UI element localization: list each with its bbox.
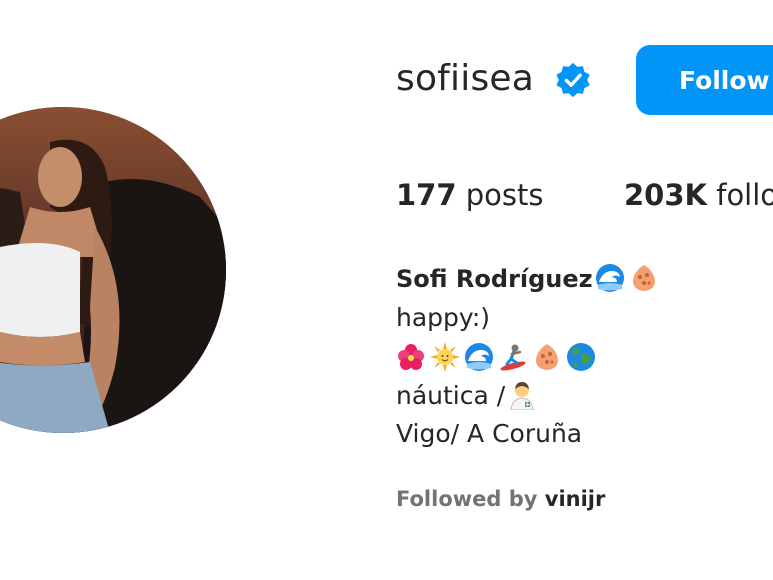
followed-by-label: Followed by	[396, 487, 538, 511]
posts-count: 177	[396, 178, 457, 212]
hibiscus-icon	[398, 344, 424, 370]
profile-username: sofiisea	[396, 58, 535, 99]
posts-label: posts	[465, 178, 544, 212]
health-worker-icon	[510, 382, 534, 410]
avatar-photo	[0, 107, 226, 433]
shell-icon	[632, 265, 655, 291]
bio-line-3-text: náutica /	[396, 381, 506, 410]
bio-line-1: happy:)	[396, 303, 491, 332]
sun-icon	[430, 342, 460, 372]
bio-line-4: Vigo/ A Coruña	[396, 419, 583, 448]
bio-line-2	[396, 342, 600, 372]
bio-line-3: náutica /	[396, 380, 541, 410]
followers-label: follo	[716, 178, 773, 212]
globe-icon	[567, 343, 595, 371]
profile-full-name: Sofi Rodríguez	[396, 263, 663, 293]
followed-by-user[interactable]: vinijr	[545, 487, 606, 511]
surfer-icon	[500, 344, 526, 371]
wave-icon	[465, 343, 493, 371]
followers-count: 203K	[624, 178, 708, 212]
full-name-text: Sofi Rodríguez	[396, 265, 593, 293]
verified-badge-icon	[556, 62, 590, 98]
profile-page: sofiisea Follow 177 posts 203K follo Sof…	[0, 0, 773, 580]
wave-icon	[595, 264, 624, 292]
profile-avatar[interactable]	[0, 107, 226, 433]
posts-stat[interactable]: 177 posts	[396, 178, 544, 212]
followed-by-line[interactable]: Followed by vinijr	[396, 487, 605, 511]
shell-icon	[536, 344, 558, 370]
followers-stat[interactable]: 203K follo	[624, 178, 773, 212]
follow-button[interactable]: Follow	[636, 45, 773, 115]
